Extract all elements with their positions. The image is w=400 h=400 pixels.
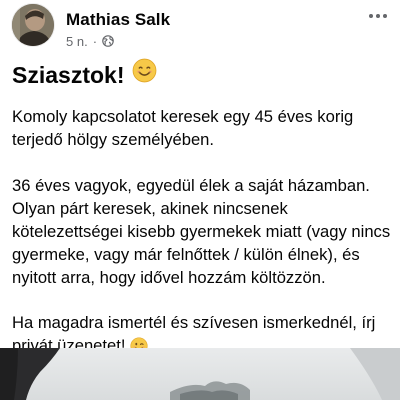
post-paragraph: Komoly kapcsolatot keresek egy 45 éves k…	[12, 107, 354, 149]
greeting-text: Sziasztok!	[12, 62, 125, 88]
more-dot	[376, 14, 380, 18]
more-dot	[369, 14, 373, 18]
meta-separator: ·	[92, 33, 98, 49]
post-body: Sziasztok! Komoly kapcsolatot keresek eg…	[12, 58, 392, 358]
smiling-face-emoji-icon	[132, 58, 157, 92]
post-time[interactable]: 5 n.	[66, 34, 88, 49]
more-options-icon[interactable]	[366, 8, 390, 24]
globe-icon[interactable]	[102, 35, 114, 47]
post-paragraph: 36 éves vagyok, egyedül élek a saját ház…	[12, 176, 391, 287]
avatar-image	[12, 4, 54, 46]
post-photo[interactable]	[0, 348, 400, 400]
author-avatar[interactable]	[12, 4, 54, 46]
post-meta: 5 n. ·	[66, 33, 114, 49]
facebook-post: Mathias Salk 5 n. · Sziasztok! Komoly ka…	[0, 0, 400, 400]
photo-image	[0, 348, 400, 400]
author-name[interactable]: Mathias Salk	[66, 10, 170, 30]
post-header: Mathias Salk 5 n. ·	[0, 0, 400, 58]
more-dot	[383, 14, 387, 18]
post-greeting: Sziasztok!	[12, 58, 392, 92]
